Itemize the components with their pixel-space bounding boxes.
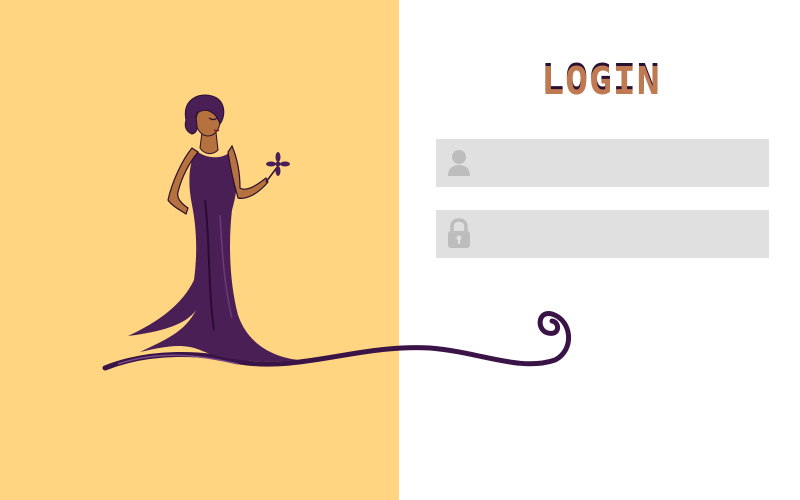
- username-field[interactable]: [436, 139, 769, 187]
- password-field[interactable]: [436, 210, 769, 258]
- login-page: LOGIN: [0, 0, 800, 500]
- user-icon: [446, 146, 472, 180]
- login-title: LOGIN: [541, 59, 661, 103]
- password-input[interactable]: [472, 210, 769, 258]
- username-input[interactable]: [472, 139, 769, 187]
- lock-icon: [446, 217, 472, 251]
- decorative-panel: [0, 0, 399, 500]
